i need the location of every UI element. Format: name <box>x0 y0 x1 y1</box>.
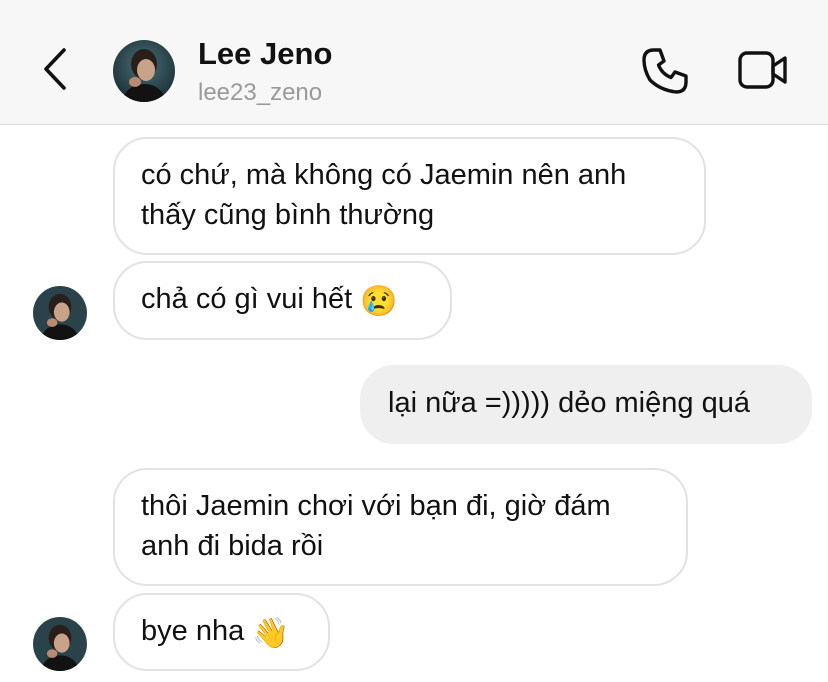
message-text: thôi Jaemin chơi với bạn đi, giờ đám anh… <box>141 490 611 562</box>
sender-avatar[interactable] <box>33 286 87 340</box>
contact-name[interactable]: Lee Jeno <box>198 36 332 72</box>
sender-avatar[interactable] <box>33 617 87 671</box>
back-button[interactable] <box>38 46 74 92</box>
message-text: chả có gì vui hết <box>141 283 353 315</box>
phone-icon <box>642 48 688 94</box>
message-text: bye nha <box>141 615 245 647</box>
chevron-left-icon <box>44 48 66 90</box>
crying-face-emoji: 😢 <box>360 285 398 318</box>
voice-call-button[interactable] <box>640 46 690 96</box>
contact-username: lee23_zeno <box>198 79 323 106</box>
message-bubble-incoming[interactable]: bye nha 👋 <box>113 593 330 671</box>
message-bubble-incoming[interactable]: thôi Jaemin chơi với bạn đi, giờ đám anh… <box>113 468 688 586</box>
message-text: lại nữa =))))) dẻo miệng quá <box>388 387 750 419</box>
message-bubble-outgoing[interactable]: lại nữa =))))) dẻo miệng quá <box>360 365 812 444</box>
message-text: có chứ, mà không có Jaemin nên anh thấy … <box>141 159 627 231</box>
video-call-button[interactable] <box>737 48 789 92</box>
message-bubble-incoming[interactable]: có chứ, mà không có Jaemin nên anh thấy … <box>113 137 706 255</box>
waving-hand-emoji: 👋 <box>252 617 290 650</box>
contact-avatar[interactable] <box>113 40 175 102</box>
chat-header: Lee Jeno lee23_zeno <box>0 0 828 125</box>
message-bubble-incoming[interactable]: chả có gì vui hết 😢 <box>113 261 452 340</box>
video-camera-icon <box>738 51 787 89</box>
